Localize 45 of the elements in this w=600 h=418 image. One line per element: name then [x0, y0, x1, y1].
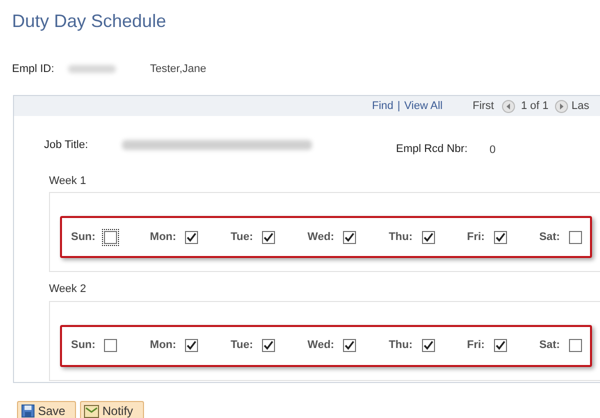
separator: | — [397, 98, 400, 114]
day-checkbox[interactable] — [494, 339, 507, 352]
day-label: Wed: — [308, 338, 334, 354]
day-label: Thu: — [388, 338, 413, 354]
day-label: Thu: — [388, 230, 413, 245]
day-checkbox[interactable] — [262, 339, 276, 352]
find-link[interactable]: Find — [372, 98, 394, 114]
field-label: Empl ID: — [12, 62, 56, 77]
view-all-link[interactable]: View All — [404, 98, 443, 114]
day-checkbox[interactable] — [185, 230, 198, 244]
day-label: Tue: — [230, 230, 254, 245]
day-checkbox[interactable] — [104, 339, 118, 352]
week-label: Week 2 — [49, 282, 88, 297]
save-button[interactable]: Save — [17, 401, 76, 418]
day-checkbox[interactable] — [262, 230, 276, 244]
day-checkbox[interactable] — [422, 230, 435, 244]
blurred-value — [68, 65, 116, 74]
day-checkbox[interactable] — [343, 339, 356, 352]
page-title: Duty Day Schedule — [12, 10, 166, 33]
day-label: Sat: — [539, 338, 560, 354]
day-label: Mon: — [150, 338, 176, 354]
notify-button[interactable]: Notify — [80, 401, 144, 418]
day-checkbox[interactable] — [343, 230, 356, 244]
day-label: Tue: — [230, 338, 254, 354]
day-label: Sun: — [71, 230, 96, 245]
day-label: Mon: — [150, 230, 176, 245]
day-checkbox[interactable] — [568, 339, 582, 352]
week-label: Week 1 — [49, 174, 88, 188]
first-label: First — [472, 98, 494, 114]
record-count: 1 of 1 — [520, 98, 549, 114]
field-label: Job Title: — [44, 138, 90, 153]
day-checkbox[interactable] — [422, 339, 435, 352]
record-number: 0 — [490, 143, 496, 158]
day-checkbox[interactable] — [568, 230, 582, 244]
employee-name: Tester,Jane — [150, 62, 206, 77]
day-label: Wed: — [308, 230, 334, 245]
field-label: Empl Rcd Nbr: — [396, 142, 468, 157]
day-label: Sat: — [539, 230, 560, 245]
envelope-icon — [84, 404, 100, 418]
day-checkbox[interactable] — [494, 230, 507, 244]
last-label: Las — [572, 98, 590, 114]
day-label: Sun: — [71, 338, 96, 354]
day-label: Fri: — [466, 338, 485, 354]
day-label: Fri: — [466, 230, 485, 245]
day-checkbox[interactable] — [185, 339, 198, 352]
